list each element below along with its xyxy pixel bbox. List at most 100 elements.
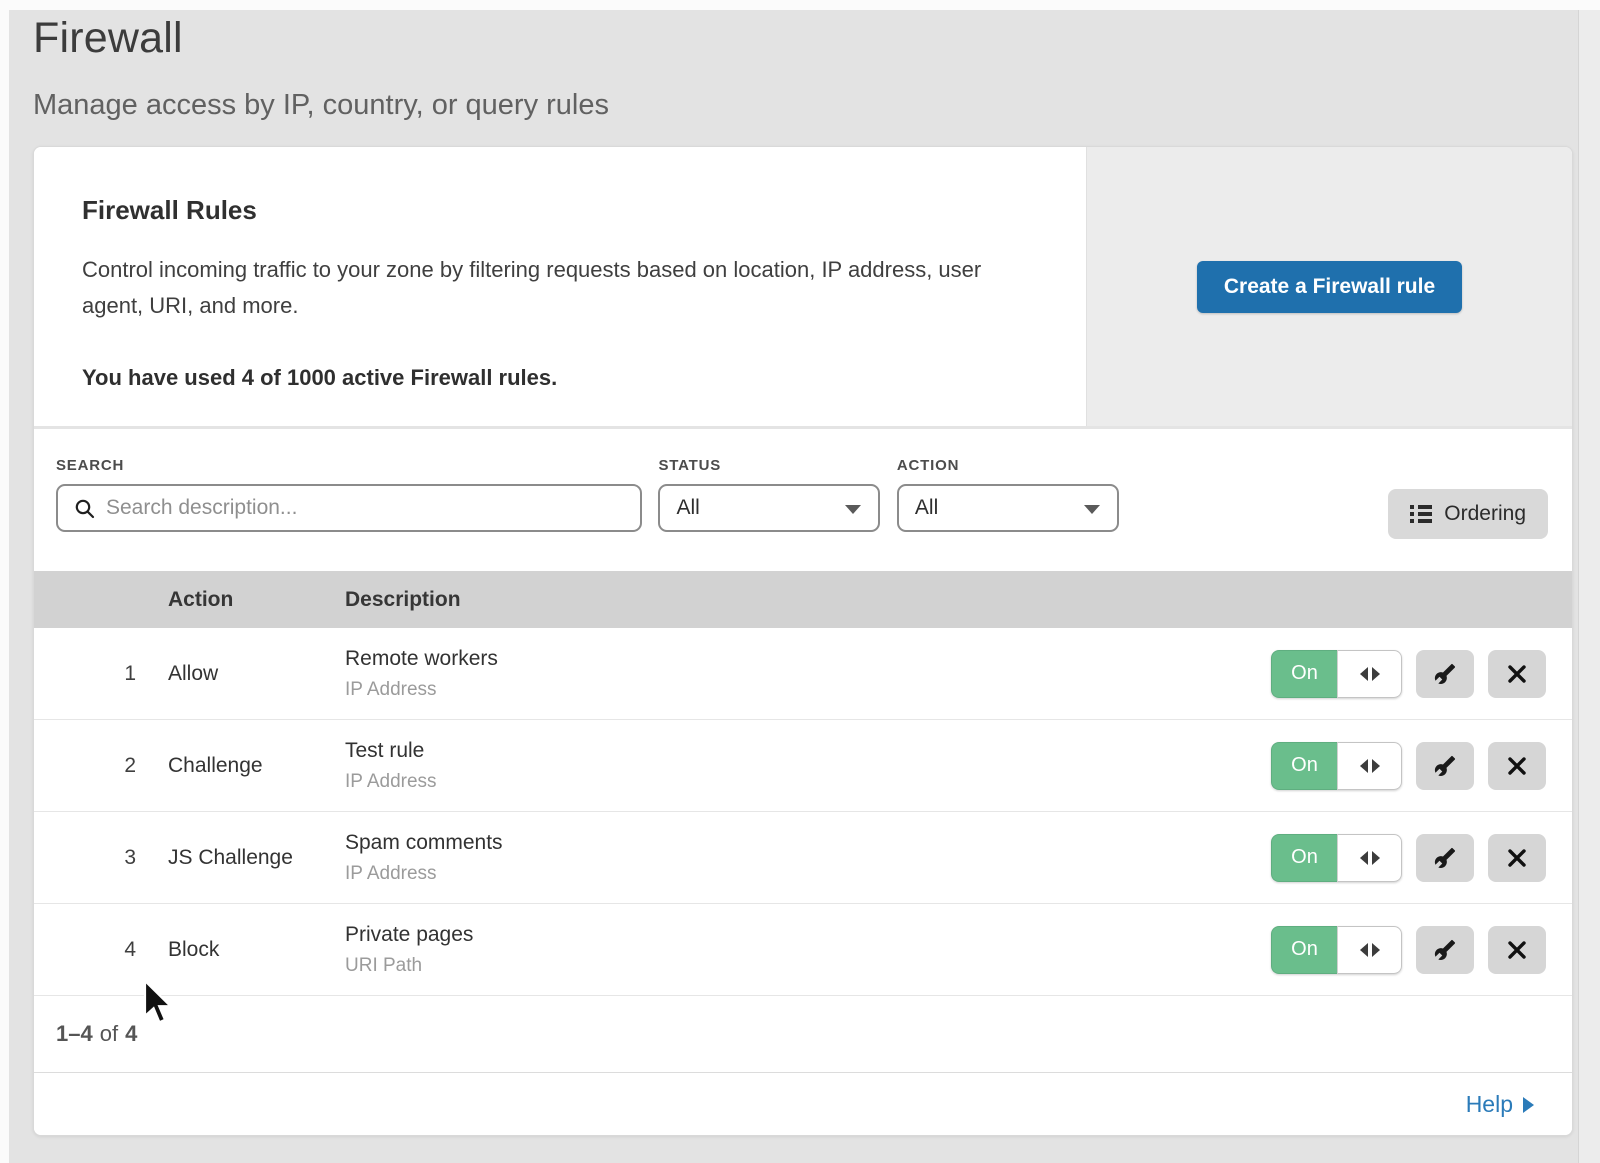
rule-controls: On <box>1271 650 1546 698</box>
rule-controls: On <box>1271 926 1546 974</box>
pagination-total: 4 <box>125 1021 137 1047</box>
rule-enabled-toggle[interactable]: On <box>1271 834 1402 882</box>
toggle-on-label[interactable]: On <box>1271 834 1337 882</box>
wrench-icon <box>1434 755 1456 777</box>
table-row: 1 AllowRemote workers IP AddressOn <box>34 628 1572 720</box>
edit-rule-button[interactable] <box>1416 834 1474 882</box>
rule-description-cell: Spam comments IP Address <box>345 831 1271 885</box>
rule-priority: 3 <box>34 846 136 870</box>
status-selected-value: All <box>676 496 699 520</box>
rule-match-type: IP Address <box>345 771 1271 793</box>
delete-rule-button[interactable] <box>1488 742 1546 790</box>
search-icon <box>73 497 97 526</box>
close-icon <box>1506 755 1528 777</box>
wrench-icon <box>1434 939 1456 961</box>
delete-rule-button[interactable] <box>1488 650 1546 698</box>
arrow-right-icon <box>1523 1097 1534 1113</box>
rule-match-type: IP Address <box>345 863 1271 885</box>
rule-description: Remote workers <box>345 647 1271 671</box>
rule-match-type: URI Path <box>345 955 1271 977</box>
search-box[interactable] <box>56 484 642 532</box>
chevron-down-icon <box>1084 505 1100 514</box>
page-title: Firewall <box>33 14 1573 63</box>
ordering-button-label: Ordering <box>1444 502 1526 526</box>
window-top-edge <box>0 0 1600 10</box>
status-filter-group: STATUS All <box>658 457 880 532</box>
close-icon <box>1506 939 1528 961</box>
search-label: SEARCH <box>56 457 642 474</box>
rule-action: Block <box>168 938 345 962</box>
action-label: ACTION <box>897 457 1119 474</box>
firewall-page: Firewall Manage access by IP, country, o… <box>33 14 1573 1136</box>
table-header: Action Description <box>34 571 1572 628</box>
rule-action: Allow <box>168 662 345 686</box>
rule-action: Challenge <box>168 754 345 778</box>
rule-priority: 4 <box>34 938 136 962</box>
pagination-of: of <box>100 1021 118 1047</box>
card-description: Control incoming traffic to your zone by… <box>82 252 1042 325</box>
wrench-icon <box>1434 847 1456 869</box>
rule-action: JS Challenge <box>168 846 345 870</box>
firewall-rules-card: Firewall Rules Control incoming traffic … <box>33 146 1573 1136</box>
firewall-rules-intro: Firewall Rules Control incoming traffic … <box>34 147 1572 429</box>
rule-match-type: IP Address <box>345 679 1271 701</box>
intro-text-panel: Firewall Rules Control incoming traffic … <box>34 147 1086 426</box>
window-left-edge <box>0 0 9 1163</box>
rule-description-cell: Private pages URI Path <box>345 923 1271 977</box>
status-label: STATUS <box>658 457 880 474</box>
create-firewall-rule-button[interactable]: Create a Firewall rule <box>1197 261 1462 313</box>
table-row: 4 BlockPrivate pages URI PathOn <box>34 904 1572 996</box>
rule-controls: On <box>1271 742 1546 790</box>
usage-summary: You have used 4 of 1000 active Firewall … <box>82 365 1046 391</box>
action-filter-group: ACTION All <box>897 457 1119 532</box>
column-header-description: Description <box>345 588 1572 612</box>
rule-controls: On <box>1271 834 1546 882</box>
rule-enabled-toggle[interactable]: On <box>1271 926 1402 974</box>
page-subtitle: Manage access by IP, country, or query r… <box>33 89 1573 122</box>
card-heading: Firewall Rules <box>82 195 1046 226</box>
table-row: 3 JS ChallengeSpam comments IP AddressOn <box>34 812 1572 904</box>
rule-description: Private pages <box>345 923 1271 947</box>
action-selected-value: All <box>915 496 938 520</box>
search-filter-group: SEARCH <box>56 457 642 532</box>
rule-enabled-toggle[interactable]: On <box>1271 650 1402 698</box>
toggle-arrows-icon[interactable] <box>1337 926 1402 974</box>
list-icon <box>1410 502 1432 526</box>
help-link-label: Help <box>1466 1091 1513 1118</box>
toggle-arrows-icon[interactable] <box>1337 650 1402 698</box>
column-header-action: Action <box>168 588 345 612</box>
rule-priority: 2 <box>34 754 136 778</box>
help-link[interactable]: Help <box>1466 1091 1534 1118</box>
ordering-button[interactable]: Ordering <box>1388 489 1548 539</box>
edit-rule-button[interactable] <box>1416 926 1474 974</box>
toggle-on-label[interactable]: On <box>1271 650 1337 698</box>
rule-description-cell: Remote workers IP Address <box>345 647 1271 701</box>
filters-bar: SEARCH STATUS All <box>34 429 1572 571</box>
rule-description: Spam comments <box>345 831 1271 855</box>
create-rule-panel: Create a Firewall rule <box>1086 147 1572 426</box>
table-row: 2 ChallengeTest rule IP AddressOn <box>34 720 1572 812</box>
toggle-on-label[interactable]: On <box>1271 926 1337 974</box>
rules-table-body: 1AllowRemote workersIP AddressOn2Challen… <box>34 628 1572 996</box>
rule-priority: 1 <box>34 662 136 686</box>
status-select[interactable]: All <box>658 484 880 532</box>
pagination-bar: 1–4 of 4 <box>34 996 1572 1073</box>
wrench-icon <box>1434 663 1456 685</box>
close-icon <box>1506 847 1528 869</box>
edit-rule-button[interactable] <box>1416 650 1474 698</box>
edit-rule-button[interactable] <box>1416 742 1474 790</box>
delete-rule-button[interactable] <box>1488 926 1546 974</box>
scrollbar-track[interactable] <box>1578 10 1600 1163</box>
chevron-down-icon <box>845 505 861 514</box>
rule-description: Test rule <box>345 739 1271 763</box>
pagination-range: 1–4 <box>56 1021 93 1047</box>
toggle-arrows-icon[interactable] <box>1337 742 1402 790</box>
close-icon <box>1506 663 1528 685</box>
search-input[interactable] <box>58 486 640 530</box>
toggle-arrows-icon[interactable] <box>1337 834 1402 882</box>
rule-enabled-toggle[interactable]: On <box>1271 742 1402 790</box>
card-footer: Help <box>34 1073 1572 1135</box>
action-select[interactable]: All <box>897 484 1119 532</box>
delete-rule-button[interactable] <box>1488 834 1546 882</box>
toggle-on-label[interactable]: On <box>1271 742 1337 790</box>
